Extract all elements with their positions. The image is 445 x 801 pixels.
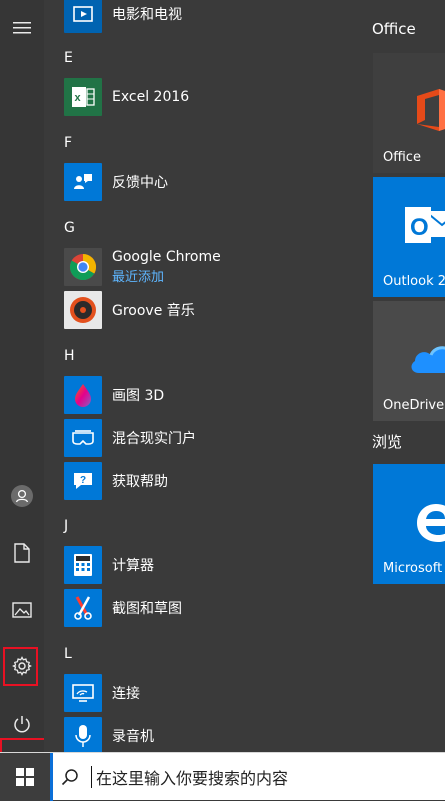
app-item-feedback-hub[interactable]: 反馈中心 bbox=[64, 162, 364, 202]
excel-icon: x bbox=[64, 78, 102, 116]
tile-group-office-title[interactable]: Office bbox=[372, 20, 416, 38]
app-item-connect[interactable]: 连接 bbox=[64, 673, 364, 713]
app-item-paint-3d[interactable]: 画图 3D bbox=[64, 375, 364, 415]
section-letter-f[interactable]: F bbox=[64, 135, 72, 151]
tile-outlook[interactable]: O Outlook 2 bbox=[373, 177, 445, 297]
section-letter-j[interactable]: J bbox=[64, 518, 68, 534]
pictures-button[interactable] bbox=[0, 588, 44, 632]
app-item-snip-sketch[interactable]: 截图和草图 bbox=[64, 588, 364, 628]
app-item-groove-music[interactable]: Groove 音乐 bbox=[64, 290, 364, 330]
tile-outlook-label: Outlook 2 bbox=[383, 274, 445, 289]
onedrive-cloud-icon bbox=[411, 346, 445, 373]
svg-text:?: ? bbox=[80, 475, 86, 486]
film-tv-icon bbox=[64, 0, 102, 33]
app-item-google-chrome[interactable]: Google Chrome 最近添加 bbox=[64, 247, 364, 287]
app-item-get-help[interactable]: ? 获取帮助 bbox=[64, 461, 364, 501]
tile-group-browse-title[interactable]: 浏览 bbox=[372, 431, 402, 452]
tile-office-label: Office bbox=[383, 150, 421, 165]
windows-logo-icon bbox=[16, 768, 34, 786]
hamburger-menu-button[interactable] bbox=[0, 6, 44, 50]
outlook-icon: O bbox=[405, 207, 445, 243]
edge-icon bbox=[417, 504, 445, 542]
feedback-hub-icon bbox=[64, 163, 102, 201]
office-logo-icon bbox=[417, 89, 445, 131]
chrome-label-group: Google Chrome 最近添加 bbox=[112, 249, 221, 285]
app-item-excel[interactable]: x Excel 2016 bbox=[64, 77, 364, 117]
account-button[interactable] bbox=[0, 474, 44, 518]
groove-music-icon bbox=[64, 291, 102, 329]
tile-area: Office Office O Outlook 2 OneDrive 浏览 Mi… bbox=[364, 0, 445, 752]
user-avatar-icon bbox=[11, 485, 33, 507]
section-letter-g[interactable]: G bbox=[64, 220, 75, 236]
taskbar: 在这里输入你要搜索的内容 bbox=[0, 752, 445, 801]
mixed-reality-icon bbox=[64, 419, 102, 457]
app-item-mixed-reality[interactable]: 混合现实门户 bbox=[64, 418, 364, 458]
app-item-voice-recorder[interactable]: 录音机 bbox=[64, 716, 364, 756]
app-name-google-chrome: Google Chrome bbox=[112, 249, 221, 265]
start-menu-rail bbox=[0, 0, 44, 752]
calculator-icon bbox=[64, 546, 102, 584]
tile-onedrive-label: OneDrive bbox=[383, 398, 445, 413]
paint-3d-icon bbox=[64, 376, 102, 414]
start-button[interactable] bbox=[0, 753, 50, 801]
snip-sketch-icon bbox=[64, 589, 102, 627]
tile-onedrive[interactable]: OneDrive bbox=[373, 301, 445, 421]
gear-icon bbox=[12, 656, 32, 676]
search-icon bbox=[61, 769, 78, 786]
text-caret bbox=[91, 766, 92, 788]
document-icon bbox=[14, 543, 30, 563]
section-letter-h[interactable]: H bbox=[64, 348, 75, 364]
settings-button[interactable] bbox=[0, 644, 44, 688]
power-icon bbox=[14, 716, 30, 733]
recently-added-label: 最近添加 bbox=[112, 270, 165, 285]
power-button[interactable] bbox=[0, 702, 44, 746]
tile-edge-label: Microsoft bbox=[383, 561, 443, 576]
svg-text:O: O bbox=[410, 214, 429, 241]
app-list: 电影和电视 E x Excel 2016 F 反馈中心 G Google Chr… bbox=[44, 0, 364, 755]
chrome-icon bbox=[64, 248, 102, 286]
tile-edge[interactable]: Microsoft bbox=[373, 464, 445, 584]
svg-text:x: x bbox=[75, 92, 82, 104]
documents-button[interactable] bbox=[0, 531, 44, 575]
connect-icon bbox=[64, 674, 102, 712]
section-letter-e[interactable]: E bbox=[64, 50, 73, 66]
picture-icon bbox=[12, 602, 32, 618]
hamburger-icon bbox=[13, 22, 31, 34]
tile-office[interactable]: Office bbox=[373, 53, 445, 173]
taskbar-search-box[interactable]: 在这里输入你要搜索的内容 bbox=[50, 753, 445, 801]
app-item-movies-tv[interactable]: 电影和电视 bbox=[64, 0, 364, 34]
app-item-calculator[interactable]: 计算器 bbox=[64, 545, 364, 585]
get-help-icon: ? bbox=[64, 462, 102, 500]
search-placeholder: 在这里输入你要搜索的内容 bbox=[96, 769, 289, 788]
voice-recorder-icon bbox=[64, 717, 102, 755]
section-letter-l[interactable]: L bbox=[64, 646, 72, 662]
